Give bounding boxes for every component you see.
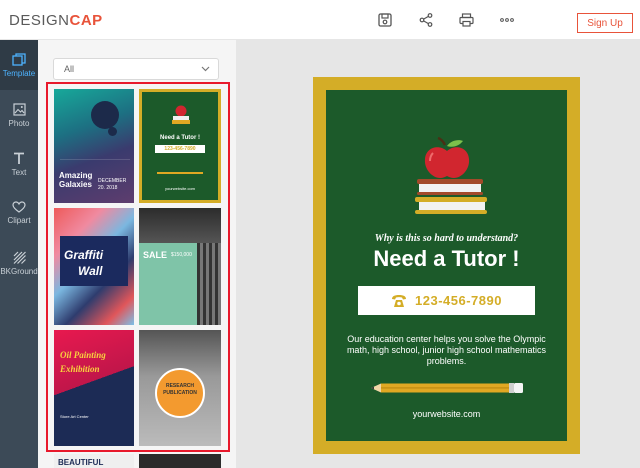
sidebar-item-text[interactable]: Text (0, 139, 38, 189)
poster-frame[interactable]: Why is this so hard to understand? Need … (313, 77, 580, 454)
thumb-tutor-site: yourwebsite.com (164, 186, 195, 191)
background-icon (13, 251, 26, 264)
template-thumb-sale[interactable]: SALE $150,000 (139, 208, 221, 325)
sidebar-label-bkground: BKGround (0, 266, 38, 276)
sidebar-item-template[interactable]: Template (0, 40, 38, 90)
apple-books-icon (172, 105, 190, 124)
apple-on-books-icon[interactable] (403, 137, 491, 217)
share-button[interactable] (415, 9, 437, 31)
category-filter-value: All (64, 64, 75, 74)
thumb-graffiti-title2: Wall (78, 264, 103, 278)
divider (60, 159, 130, 160)
thumb-graffiti-title1: Graffiti (64, 248, 104, 262)
sign-up-button[interactable]: Sign Up (577, 13, 633, 33)
pencil-icon[interactable] (371, 382, 524, 394)
share-icon (419, 13, 433, 27)
sidebar-item-clipart[interactable]: Clipart (0, 188, 38, 238)
template-thumb-partial[interactable] (139, 454, 221, 468)
thumb-tutor-title: Need a Tutor ! (160, 135, 200, 141)
telephone-icon (392, 294, 407, 307)
save-button[interactable] (374, 9, 396, 31)
thumb-tutor-phone: 123-456-7890 (155, 145, 205, 153)
thumb-sale-price: $150,000 (171, 252, 192, 258)
poster-body-text[interactable]: Our education center helps you solve the… (346, 334, 547, 367)
thumb-research-title1: RESEARCH (165, 383, 195, 389)
thumb-building-shape (197, 243, 221, 325)
template-panel: All Amazing Galaxies DECEMBER 20. 2018 N… (38, 40, 236, 468)
poster-title[interactable]: Need a Tutor ! (326, 246, 567, 272)
thumb-title-amazing: Amazing (59, 171, 93, 180)
more-dots-icon (500, 18, 514, 22)
thumb-date: DECEMBER (98, 178, 127, 184)
chevron-down-icon (201, 66, 210, 72)
thumb-oil-title1: Oil Painting (60, 350, 106, 360)
save-icon (378, 13, 392, 27)
planet-shape (91, 101, 119, 129)
template-icon (12, 52, 26, 66)
sidebar-label-text: Text (11, 167, 27, 177)
poster-website[interactable]: yourwebsite.com (326, 409, 567, 419)
sidebar-label-template: Template (2, 68, 36, 78)
category-filter-dropdown[interactable]: All (53, 58, 219, 80)
more-options-button[interactable] (496, 9, 518, 31)
template-thumb-beautiful[interactable]: BEAUTIFUL (54, 454, 134, 468)
text-icon (14, 152, 24, 164)
moon-shape (108, 127, 117, 136)
thumb-beautiful-title: BEAUTIFUL (58, 458, 104, 467)
thumb-oil-title2: Exhibition (60, 364, 100, 374)
thumb-title-galaxies: Galaxies (59, 180, 92, 189)
designcap-logo[interactable]: DESIGNCAP (9, 12, 103, 29)
print-button[interactable] (455, 9, 477, 31)
thumb-research-title2: PUBLICATION (163, 390, 197, 396)
sidebar-item-bkground[interactable]: BKGround (0, 238, 38, 288)
sidebar-label-photo: Photo (8, 118, 30, 128)
poster-subtitle[interactable]: Why is this so hard to understand? (326, 233, 567, 244)
poster-board[interactable]: Why is this so hard to understand? Need … (326, 90, 567, 441)
thumb-year: 20. 2018 (98, 185, 118, 191)
poster-phone-number: 123-456-7890 (415, 293, 502, 308)
printer-icon (458, 13, 474, 27)
left-sidebar: Template Photo Text Clipart BKGround (0, 40, 38, 468)
template-thumb-tutor[interactable]: Need a Tutor ! 123-456-7890 yourwebsite.… (139, 89, 221, 203)
sidebar-label-clipart: Clipart (7, 216, 31, 225)
thumb-pencil (157, 172, 203, 174)
poster-phone-box[interactable]: 123-456-7890 (358, 286, 535, 315)
template-thumb-galaxies[interactable]: Amazing Galaxies DECEMBER 20. 2018 (54, 89, 134, 203)
template-thumb-graffiti[interactable]: Graffiti Wall (54, 208, 134, 325)
sidebar-item-photo[interactable]: Photo (0, 90, 38, 140)
photo-icon (12, 102, 26, 116)
logo-text-cap: CAP (69, 12, 103, 29)
template-thumb-oil-painting[interactable]: Oil Painting Exhibition Store Art Center (54, 330, 134, 446)
template-thumb-research[interactable]: RESEARCH PUBLICATION (139, 330, 221, 446)
thumb-board: Need a Tutor ! 123-456-7890 yourwebsite.… (142, 92, 218, 200)
logo-text-design: DESIGN (9, 12, 70, 29)
heart-icon (12, 201, 26, 213)
thumb-sale-title: SALE (143, 250, 168, 260)
top-toolbar: DESIGNCAP Sign Up (0, 0, 640, 40)
thumb-oil-venue: Store Art Center (60, 414, 89, 419)
